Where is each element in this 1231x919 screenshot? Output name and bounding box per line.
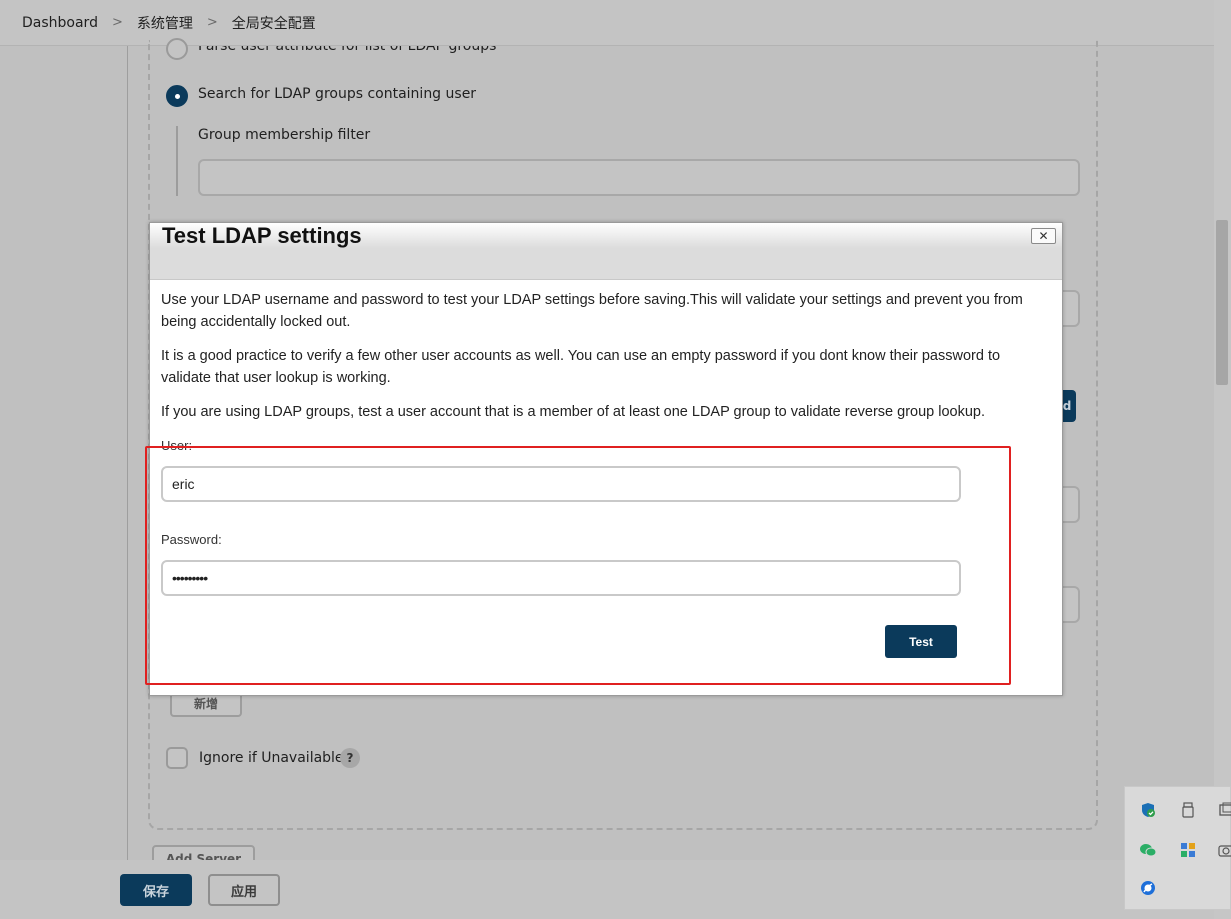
apply-button[interactable]: 应用 <box>208 874 280 906</box>
breadcrumb-global-security[interactable]: 全局安全配置 <box>228 13 320 33</box>
dialog-description-2: It is a good practice to verify a few ot… <box>161 348 1001 386</box>
usb-drive-icon[interactable] <box>1179 801 1197 819</box>
save-button[interactable]: 保存 <box>120 874 192 906</box>
camera-icon[interactable] <box>1217 841 1231 859</box>
radio-search-groups[interactable] <box>166 85 188 107</box>
dialog-description-3: If you are using LDAP groups, test a use… <box>161 404 986 420</box>
help-icon[interactable]: ? <box>340 748 360 768</box>
window-icon[interactable] <box>1217 801 1231 819</box>
system-tray-popup <box>1124 786 1231 910</box>
scrollbar-thumb[interactable] <box>1216 220 1228 385</box>
user-input[interactable]: eric <box>161 466 961 502</box>
shield-check-icon[interactable] <box>1139 801 1157 819</box>
radio-search-groups-label: Search for LDAP groups containing user <box>198 86 477 102</box>
radio-parse-attribute[interactable] <box>166 38 188 60</box>
test-ldap-dialog: Test LDAP settings ✕ Use your LDAP usern… <box>149 222 1063 696</box>
ignore-unavailable-label: Ignore if Unavailable <box>199 750 344 766</box>
dialog-description-1: Use your LDAP username and password to t… <box>161 292 1023 330</box>
chevron-right-icon: > <box>111 15 123 30</box>
ignore-unavailable-checkbox[interactable] <box>166 747 188 769</box>
group-filter-label: Group membership filter <box>198 127 371 143</box>
section-divider <box>127 46 128 866</box>
group-filter-input[interactable] <box>198 159 1080 196</box>
breadcrumb-system-manage[interactable]: 系统管理 <box>133 13 197 33</box>
indent-bar <box>176 126 178 196</box>
password-label: Password: <box>161 532 222 547</box>
close-icon[interactable]: ✕ <box>1031 228 1056 244</box>
browser-icon[interactable] <box>1139 879 1157 897</box>
chevron-right-icon: > <box>206 15 218 30</box>
page-scrollbar[interactable] <box>1214 0 1231 919</box>
user-label: User: <box>161 438 193 453</box>
dialog-header: Test LDAP settings ✕ <box>150 223 1062 280</box>
test-button[interactable]: Test <box>885 625 957 658</box>
wechat-icon[interactable] <box>1139 841 1157 859</box>
password-input[interactable]: ••••••••• <box>161 560 961 596</box>
breadcrumb-dashboard[interactable]: Dashboard <box>18 15 102 31</box>
app-grid-icon[interactable] <box>1179 841 1197 859</box>
dialog-title: Test LDAP settings <box>162 223 362 248</box>
